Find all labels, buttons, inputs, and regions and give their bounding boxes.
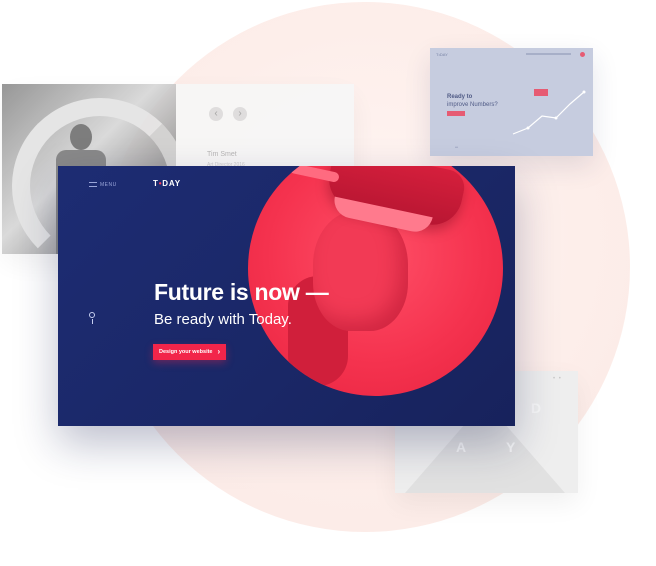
brand-logo[interactable]: T•DAY: [153, 179, 181, 188]
preview-card-top-right: T•DAY Ready to improve Numbers? •••: [430, 48, 593, 156]
circle-mark: [483, 477, 493, 487]
mini-line-chart: [512, 89, 586, 135]
logo-rest: DAY: [162, 179, 181, 188]
mini-chart-point-3: [582, 90, 586, 94]
prev-button[interactable]: ‹: [209, 107, 223, 121]
hamburger-line: [89, 182, 97, 183]
hamburger-line: [89, 186, 97, 187]
hero-subheadline: Be ready with Today.: [154, 311, 292, 328]
mini-heading-line1: Ready to: [447, 94, 473, 100]
mini-chart-point-2: [554, 116, 558, 120]
vr-person-face: [313, 211, 408, 331]
cta-label: Design your website: [159, 349, 213, 355]
mini-brand: T•DAY: [436, 52, 448, 57]
photo-person-head: [70, 124, 92, 150]
headset-strap: [288, 166, 340, 183]
mini-chart-tooltip: [534, 89, 548, 96]
letter-y: Y: [506, 439, 516, 455]
mini-accent-dot: [580, 52, 585, 57]
mini-cta-button[interactable]: [447, 111, 465, 116]
caption-title: Tim Smet: [207, 151, 237, 158]
mini-footer: •••: [455, 145, 459, 149]
hamburger-menu-icon[interactable]: [89, 182, 97, 187]
mini-heading-line2: improve Numbers?: [447, 102, 498, 108]
next-button[interactable]: ›: [233, 107, 247, 121]
mini-chart-line: [512, 91, 585, 135]
design-website-button[interactable]: Design your website ›: [153, 344, 227, 360]
mini-nav-bar: [526, 53, 571, 55]
card-dots: • •: [553, 376, 562, 382]
chevron-right-icon: ›: [217, 347, 221, 356]
location-pin-icon[interactable]: [89, 312, 95, 324]
letter-a: A: [456, 439, 467, 455]
hero-section: MENU T•DAY Future is now — Be ready with…: [58, 166, 515, 426]
menu-label[interactable]: MENU: [100, 182, 117, 188]
hero-headline: Future is now —: [154, 279, 329, 305]
mini-chart-point-1: [526, 126, 530, 130]
letter-d: D: [531, 400, 542, 416]
